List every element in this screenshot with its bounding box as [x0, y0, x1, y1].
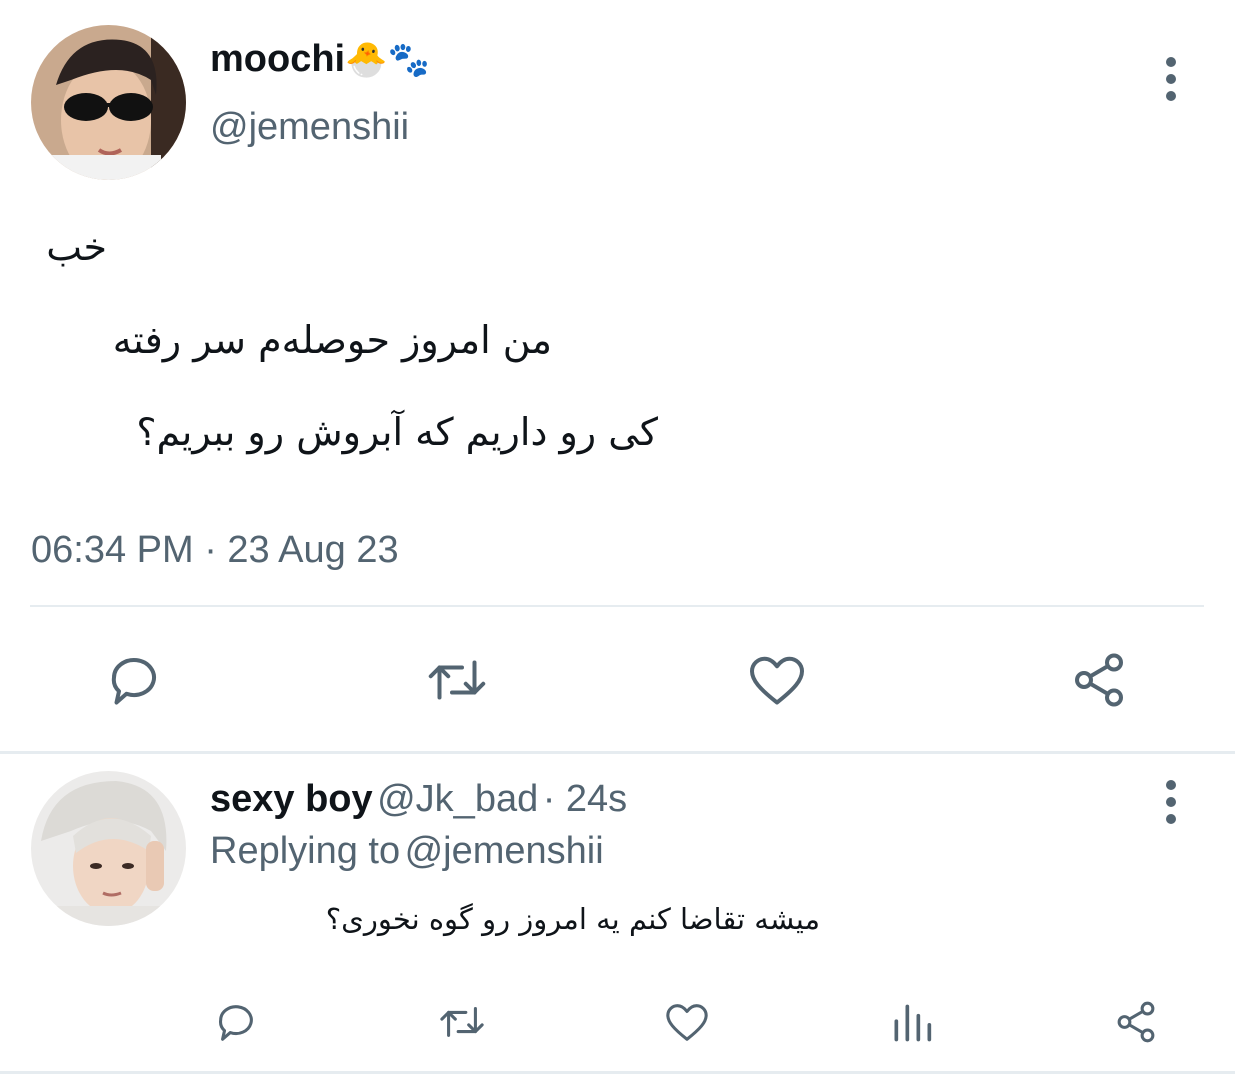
tweet-timestamp[interactable]: 06:34 PM · 23 Aug 23 — [31, 529, 399, 572]
reply-text: میشه تقاضا کنم یه امروز رو گوه نخوری؟ — [325, 902, 820, 936]
replying-to-label: Replying to — [210, 830, 401, 872]
author-handle[interactable]: @jemenshii — [210, 106, 409, 149]
retweet-icon[interactable] — [424, 650, 490, 710]
author-avatar[interactable] — [31, 25, 186, 180]
reply-author-avatar[interactable] — [31, 771, 186, 926]
reply-retweet-icon[interactable] — [436, 999, 488, 1045]
reply-more-options-icon[interactable] — [1165, 780, 1177, 831]
reply-icon[interactable] — [104, 650, 164, 710]
reply-author-handle[interactable]: @Jk_bad — [377, 778, 538, 820]
more-options-icon[interactable] — [1165, 57, 1177, 108]
divider — [0, 751, 1235, 754]
reply-share-icon[interactable] — [1113, 999, 1159, 1045]
like-icon[interactable] — [747, 650, 807, 710]
share-icon[interactable] — [1069, 650, 1129, 710]
divider — [30, 605, 1204, 607]
tweet-line-3: کی رو داریم که آبروش رو ببریم؟ — [136, 410, 658, 454]
replying-to-link[interactable]: @jemenshii — [405, 830, 604, 872]
reply-reply-icon[interactable] — [213, 999, 259, 1045]
views-icon[interactable] — [889, 1002, 933, 1044]
author-name[interactable]: moochi — [210, 38, 345, 80]
reply-time[interactable]: · 24s — [543, 778, 627, 820]
author-emoji: 🐣🐾 — [345, 41, 430, 79]
reply-like-icon[interactable] — [664, 999, 710, 1045]
tweet-line-1: خب — [46, 225, 107, 269]
reply-author-name[interactable]: sexy boy — [210, 778, 373, 820]
tweet-line-2: من امروز حوصله‌م سر رفته — [112, 318, 552, 362]
